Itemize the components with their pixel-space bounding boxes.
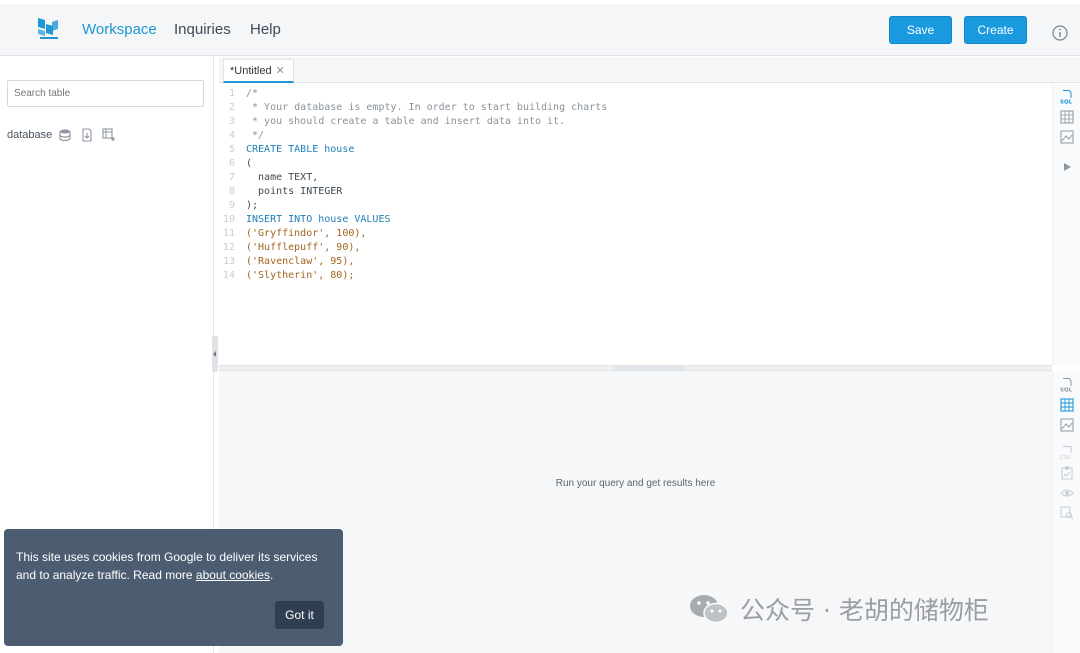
nav-inquiries[interactable]: Inquiries [174,21,231,38]
wechat-icon [690,595,729,624]
add-table-icon[interactable] [102,128,116,142]
svg-text:SQL: SQL [1060,388,1073,393]
watermark-text: 公众号 · 老胡的储物柜 [740,596,989,625]
table-icon[interactable] [1060,110,1074,124]
line-number: 4 [228,130,235,141]
csv-export-icon[interactable]: CSV [1060,446,1074,460]
cookie-text-end: . [269,568,274,582]
code-line-1: /* [246,88,259,99]
svg-text:SQL: SQL [1060,100,1073,105]
got-it-button[interactable]: Got it [275,601,324,629]
cookie-banner: This site uses cookies from Google to de… [4,529,343,646]
code-line-3: * you should create a table and insert d… [246,116,566,127]
code-line-7: name TEXT, [246,172,319,183]
eye-icon[interactable] [1060,486,1074,500]
line-number: 8 [228,186,235,197]
tab-bar: *Untitled ✕ [219,57,1080,83]
clipboard-icon[interactable] [1060,466,1074,480]
line-number: 10 [222,214,235,225]
results-toolbar: SQL CSV [1052,371,1080,653]
svg-text:CSV: CSV [1060,455,1071,460]
line-number: 6 [228,158,235,169]
sql-file-icon[interactable]: SQL [1060,378,1074,392]
line-number: 1 [228,88,235,99]
search-result-icon[interactable] [1060,506,1074,520]
line-number: 12 [222,242,235,253]
tab-label: *Untitled [230,64,272,77]
line-number: 7 [228,172,235,183]
code-line-6: ( [246,158,253,169]
save-button[interactable]: Save [889,16,952,44]
top-header: Workspace Inquiries Help Save Create [0,4,1080,56]
import-file-icon[interactable] [80,128,94,142]
watermark: 公众号 · 老胡的储物柜 [688,592,989,626]
database-icon[interactable] [58,128,72,142]
app-logo-icon[interactable] [36,16,60,40]
sql-editor[interactable]: 1 /* 2 * Your database is empty. In order… [219,84,1052,365]
code-line-5: CREATE TABLE house [246,144,355,155]
line-number: 5 [228,144,235,155]
chart-image-icon[interactable] [1060,418,1074,432]
chart-image-icon[interactable] [1060,130,1074,144]
code-line-2: * Your database is empty. In order to st… [246,102,608,113]
line-number: 11 [222,228,235,239]
results-empty-message: Run your query and get results here [555,478,716,489]
run-icon[interactable] [1060,160,1074,174]
cookie-message: This site uses cookies from Google to de… [16,548,334,584]
search-table-input[interactable] [7,80,204,107]
code-line-14: ('Slytherin', 80); [246,270,355,281]
code-line-13: ('Ravenclaw', 95), [246,256,355,267]
editor-toolbar: SQL [1052,84,1080,365]
code-line-9: ); [246,200,259,211]
database-label: database [7,129,53,141]
line-number: 9 [228,200,235,211]
nav-workspace[interactable]: Workspace [82,21,157,38]
code-line-10: INSERT INTO house VALUES [246,214,391,225]
code-line-8: points INTEGER [246,186,343,197]
code-line-12: ('Hufflepuff', 90), [246,242,361,253]
info-icon[interactable] [1052,25,1068,41]
code-line-11: ('Gryffindor', 100), [246,228,367,239]
tab-untitled[interactable]: *Untitled ✕ [223,59,294,83]
line-number: 3 [228,116,235,127]
create-button[interactable]: Create [964,16,1027,44]
sidebar-collapse-handle[interactable] [212,336,218,372]
table-icon[interactable] [1060,398,1074,412]
nav-help[interactable]: Help [250,21,281,38]
code-line-4: */ [246,130,265,141]
line-number: 2 [228,102,235,113]
database-row[interactable]: database [7,127,124,143]
close-icon[interactable]: ✕ [276,60,285,82]
line-number: 14 [222,270,235,281]
about-cookies-link[interactable]: about cookies [196,568,270,582]
line-number: 13 [222,256,235,267]
sql-file-icon[interactable]: SQL [1060,90,1074,104]
